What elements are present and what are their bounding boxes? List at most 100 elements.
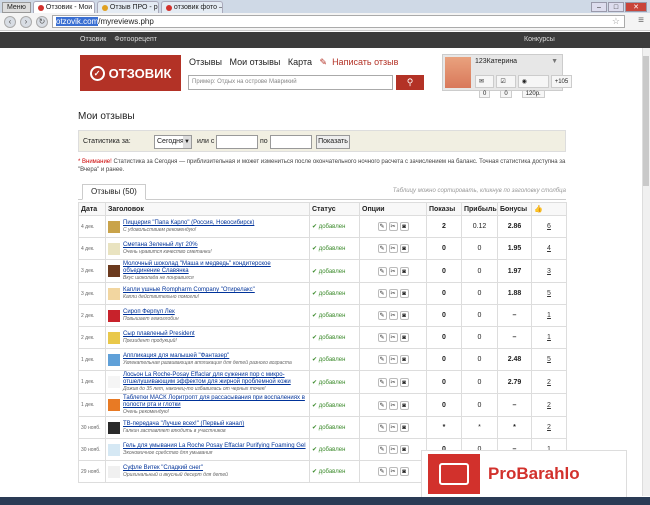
tools-icon[interactable]: ✂ [388,445,398,454]
col-views[interactable]: Показы [426,202,462,216]
minimize-icon[interactable]: – [591,2,607,12]
date-from-input[interactable] [216,135,258,149]
review-title-link[interactable]: Сметана Зеленый луг 20% [123,242,212,249]
nav-reviews[interactable]: Отзывы [189,57,222,67]
photo-icon[interactable]: ◙ [399,266,409,276]
row-likes[interactable]: 1 [531,304,567,327]
col-title[interactable]: Заголовок [105,202,310,216]
col-bonus[interactable]: Бонусы [497,202,532,216]
review-thumbnail[interactable] [108,399,120,411]
show-button[interactable]: Показать [316,135,350,149]
row-likes[interactable]: 2 [531,393,567,417]
row-likes[interactable]: 6 [531,215,567,238]
photo-icon[interactable]: ◙ [399,289,409,298]
photo-icon[interactable]: ◙ [399,333,409,342]
photo-icon[interactable]: ◙ [399,355,409,364]
tools-icon[interactable]: ✂ [388,355,398,364]
review-title-link[interactable]: Молочный шоколад "Маша и медведь" кондит… [123,261,307,275]
review-title-link[interactable]: Гель для умывания La Roche Posay Effacla… [123,443,306,450]
photo-icon[interactable]: ◙ [399,445,409,454]
site-logo[interactable]: ✓ ОТЗОВИК [80,55,181,91]
review-title-link[interactable]: Капли ушные Rompharm Company "Отирелакс" [123,287,255,294]
tools-icon[interactable]: ✂ [388,400,398,410]
forward-icon[interactable]: › [20,15,32,28]
browser-tab[interactable]: Отзыв ПРО - реальные о...✕ [96,1,159,13]
review-title-link[interactable]: Сыр плавленый President [123,331,195,338]
browser-menu-button[interactable]: Меню [2,2,31,13]
review-thumbnail[interactable] [108,443,120,456]
search-input[interactable]: Пример: Отдых на острове Маврикий [188,75,393,90]
rating[interactable]: +105 [550,75,573,88]
profile-widget[interactable]: 123Катерина ▼ ✉ 0 ☑ 0 ◉ 120р. +105 [442,54,573,98]
edit-icon[interactable]: ✎ [377,445,387,454]
review-title-link[interactable]: ТВ-передача "Лучше всех!" (Первый канал) [123,421,244,428]
messages-count[interactable]: ✉ 0 [475,75,495,98]
bookmark-star-icon[interactable]: ☆ [612,16,620,27]
browser-tab[interactable]: отзовик фото — Яндекс...✕ [160,1,223,13]
topbar-link-recipes[interactable]: Фотоорецепт [114,36,157,43]
date-to-input[interactable] [270,135,312,149]
review-title-link[interactable]: Лосьон La Roche-Posay Effaclar для сужен… [123,372,307,386]
tab-reviews[interactable]: Отзывы (50) [82,184,146,200]
tools-icon[interactable]: ✂ [388,377,398,387]
tools-icon[interactable]: ✂ [388,467,398,476]
nav-my-reviews[interactable]: Мои отзывы [229,57,280,67]
write-review-link[interactable]: ✎ Написать отзыв [320,57,404,67]
photo-icon[interactable]: ◙ [399,423,409,432]
row-likes[interactable]: 5 [531,348,567,371]
edit-icon[interactable]: ✎ [377,311,387,320]
edit-icon[interactable]: ✎ [377,423,387,432]
avatar[interactable] [445,57,471,88]
edit-icon[interactable]: ✎ [377,400,387,410]
row-likes[interactable]: 1 [531,326,567,349]
tools-icon[interactable]: ✂ [388,423,398,432]
edit-icon[interactable]: ✎ [377,266,387,276]
row-likes[interactable]: 2 [531,416,567,439]
photo-icon[interactable]: ◙ [399,400,409,410]
nav-map[interactable]: Карта [288,57,312,67]
photo-icon[interactable]: ◙ [399,311,409,320]
tools-icon[interactable]: ✂ [388,311,398,320]
address-input[interactable]: otzovik.com/myreviews.php [52,15,625,28]
review-thumbnail[interactable] [108,376,120,388]
review-thumbnail[interactable] [108,287,120,300]
browser-tab-active[interactable]: Отзовик - Мои отзывы✕ [32,1,95,13]
balance[interactable]: ◉ 120р. [517,75,549,98]
review-thumbnail[interactable] [108,242,120,255]
edit-icon[interactable]: ✎ [377,244,387,253]
photo-icon[interactable]: ◙ [399,467,409,476]
review-thumbnail[interactable] [108,309,120,322]
scrollbar-thumb[interactable] [643,56,649,186]
photo-icon[interactable]: ◙ [399,244,409,253]
photo-icon[interactable]: ◙ [399,377,409,387]
window-close-icon[interactable]: ✕ [625,2,647,12]
review-thumbnail[interactable] [108,465,120,478]
period-select[interactable]: Сегодня ▼ [154,135,192,149]
tools-icon[interactable]: ✂ [388,289,398,298]
review-thumbnail[interactable] [108,220,120,233]
review-thumbnail[interactable] [108,265,120,277]
edit-icon[interactable]: ✎ [377,355,387,364]
review-title-link[interactable]: Аппликация для малышей "Фантазер" [123,353,292,360]
maximize-icon[interactable]: □ [608,2,624,12]
edit-icon[interactable]: ✎ [377,289,387,298]
photo-icon[interactable]: ◙ [399,222,409,231]
edit-icon[interactable]: ✎ [377,222,387,231]
notifications-count[interactable]: ☑ 0 [496,75,516,98]
row-likes[interactable]: 4 [531,237,567,260]
review-title-link[interactable]: Суфле Витек "Сладкий снег" [123,465,228,472]
topbar-link-contests[interactable]: Конкурсы [524,36,555,43]
edit-icon[interactable]: ✎ [377,333,387,342]
review-title-link[interactable]: Сироп Ферпул Лек [123,309,179,316]
col-status[interactable]: Статус [309,202,360,216]
tools-icon[interactable]: ✂ [388,222,398,231]
review-title-link[interactable]: Таблетки МАСК Лоритропт для рассасывания… [123,395,307,409]
tools-icon[interactable]: ✂ [388,244,398,253]
col-likes[interactable]: 👍 [531,202,567,216]
edit-icon[interactable]: ✎ [377,467,387,476]
review-title-link[interactable]: Пиццерия "Папа Карло" (Россия, Новосибир… [123,220,254,227]
search-button[interactable]: ⚲ [396,75,424,90]
back-icon[interactable]: ‹ [4,15,16,28]
reload-icon[interactable]: ↻ [36,15,48,28]
row-likes[interactable]: 3 [531,259,567,283]
